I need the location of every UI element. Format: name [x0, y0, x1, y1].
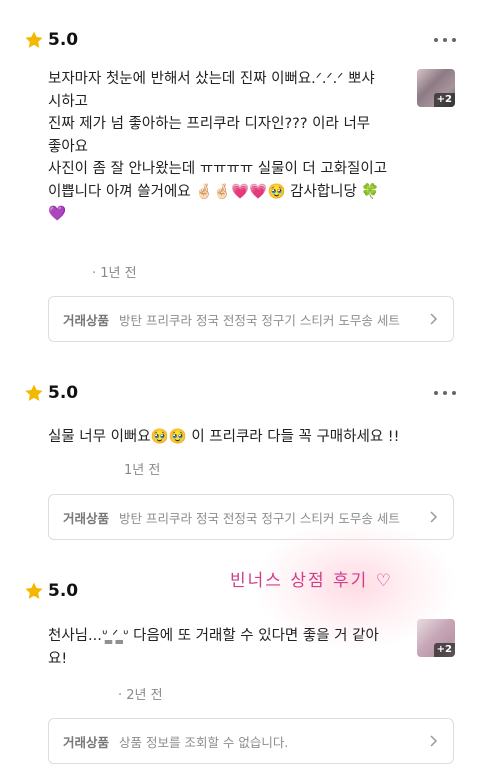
review-photo[interactable]: +2: [417, 619, 455, 657]
product-label: 거래상품: [63, 734, 110, 750]
star-icon: [25, 582, 43, 599]
rating: 5.0: [24, 383, 78, 403]
star-icon: [25, 31, 43, 48]
review-photo[interactable]: +2: [417, 69, 455, 107]
rating: 5.0: [24, 581, 78, 601]
product-name: 상품 정보를 조회할 수 없습니다.: [119, 734, 289, 750]
shop-review-handwriting: 빈너스 상점 후기 ♡: [230, 571, 393, 591]
more-dots-icon[interactable]: [434, 38, 456, 42]
rating-value: 5.0: [48, 383, 79, 403]
rating-value: 5.0: [48, 581, 79, 601]
product-label: 거래상품: [63, 312, 110, 328]
star-icon: [25, 384, 43, 401]
product-name: 방탄 프리쿠라 정국 전정국 정구기 스티커 도무송 세트: [119, 312, 400, 328]
photo-count-badge: +2: [433, 643, 455, 657]
product-label: 거래상품: [63, 510, 110, 526]
product-link[interactable]: 거래상품 상품 정보를 조회할 수 없습니다.: [48, 718, 454, 764]
review-text: 보자마자 첫눈에 반해서 샀는데 진짜 이뻐요.ᐟ.ᐟ.ᐟ 뽀샤시하고 진짜 제…: [48, 71, 388, 222]
more-dots-icon[interactable]: [434, 391, 456, 395]
review-time: · 2년 전: [118, 688, 163, 703]
review-text: 천사님...ᐡ ̳ᐟ ̳ᐡ 다음에 또 거래할 수 있다면 좋을 거 같아요!: [48, 628, 379, 667]
rating-value: 5.0: [48, 30, 79, 50]
chevron-right-icon: [430, 735, 438, 747]
review-text: 실물 너무 이뻐요🥹🥹 이 프리쿠라 다들 꼭 구매하세요 !!: [48, 429, 400, 445]
rating: 5.0: [24, 30, 78, 50]
review-time: 1년 전: [124, 463, 161, 478]
chevron-right-icon: [430, 511, 438, 523]
chevron-right-icon: [430, 313, 438, 325]
product-link[interactable]: 거래상품 방탄 프리쿠라 정국 전정국 정구기 스티커 도무송 세트: [48, 296, 454, 342]
review-time: · 1년 전: [92, 266, 137, 281]
photo-count-badge: +2: [433, 93, 455, 107]
